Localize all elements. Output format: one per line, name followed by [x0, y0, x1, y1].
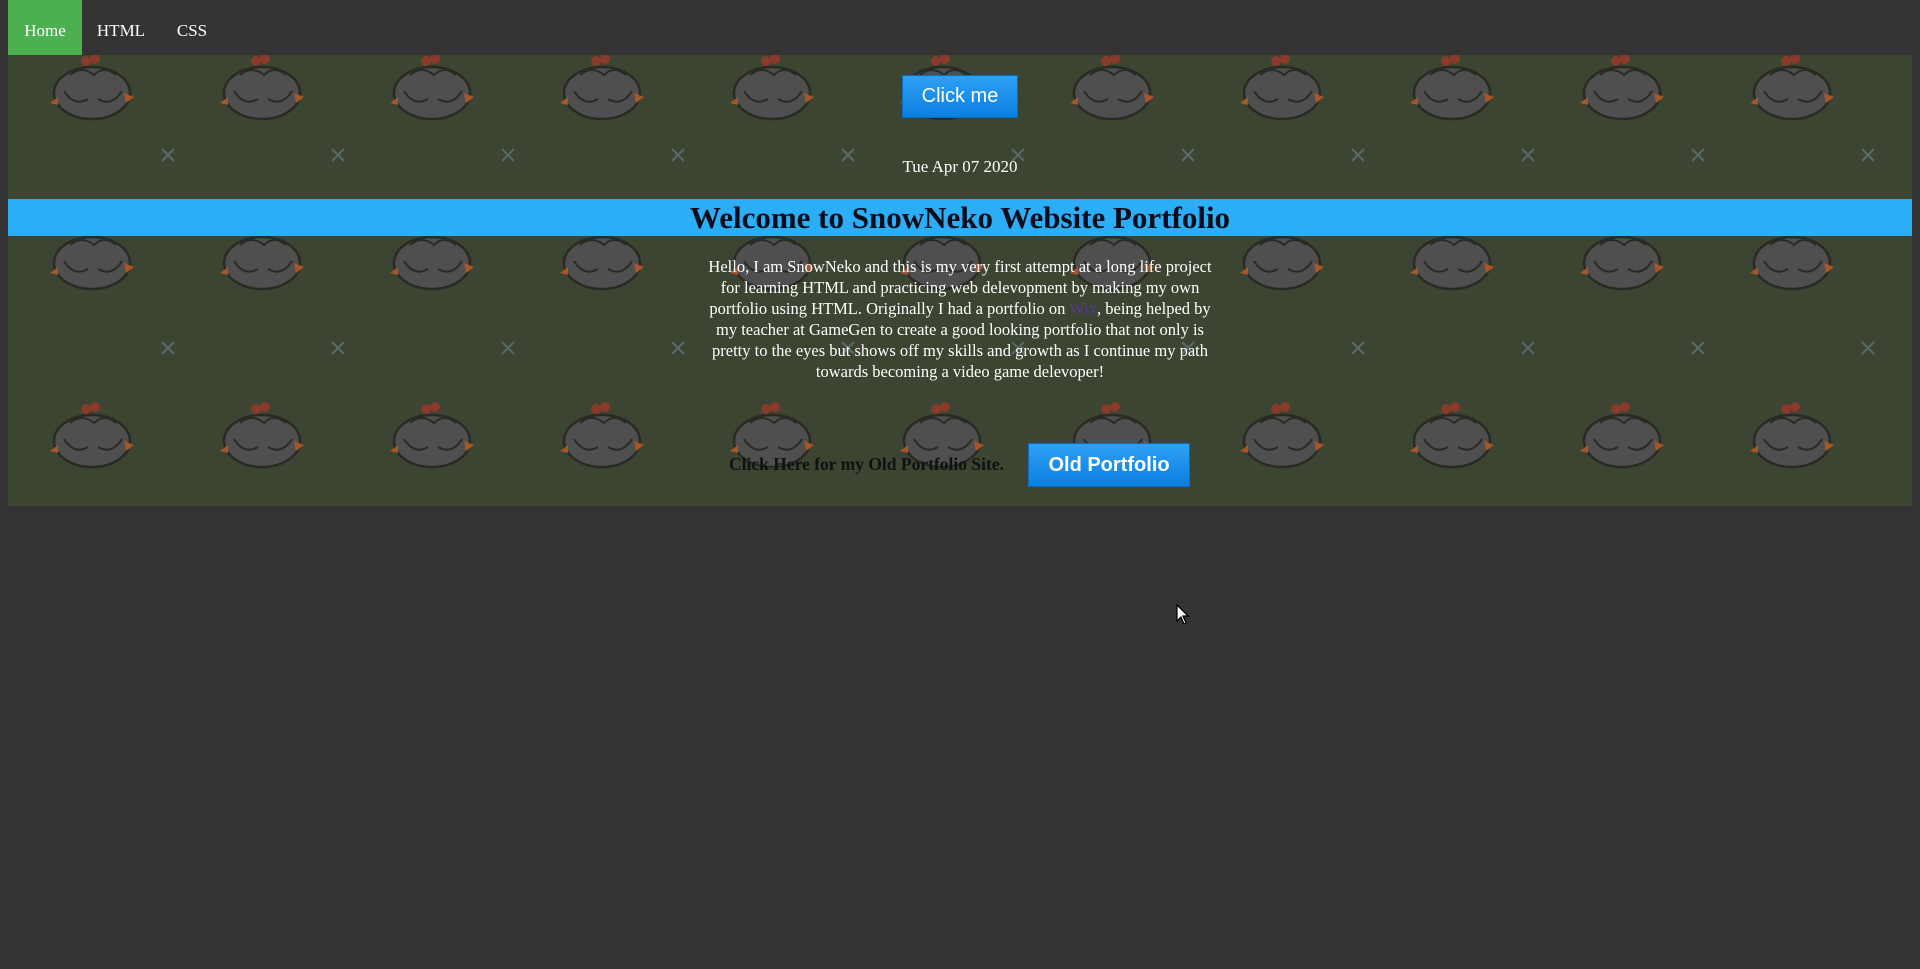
current-date: Tue Apr 07 2020	[902, 157, 1018, 176]
old-portfolio-label: Click Here for my Old Portfolio Site.	[729, 454, 1004, 474]
top-navbar: Home HTML CSS	[0, 0, 1920, 55]
cross-icon	[1691, 341, 1705, 355]
cross-icon	[501, 341, 515, 355]
chicken-icon	[1238, 55, 1326, 121]
mouse-cursor-icon	[1176, 604, 1190, 625]
nav-html-link[interactable]: HTML	[86, 0, 156, 55]
chicken-icon	[1578, 55, 1666, 121]
chicken-icon	[558, 55, 646, 121]
chicken-icon	[1408, 55, 1496, 121]
chicken-icon	[48, 55, 136, 121]
title-banner: Welcome to SnowNeko Website Portfolio	[8, 199, 1912, 236]
intro-paragraph: Hello, I am SnowNeko and this is my very…	[708, 256, 1212, 382]
nav-css-link[interactable]: CSS	[158, 0, 226, 55]
cross-icon	[671, 341, 685, 355]
chicken-icon	[1748, 55, 1836, 121]
cross-icon	[161, 341, 175, 355]
cross-icon	[1861, 341, 1875, 355]
click-me-button[interactable]: Click me	[902, 75, 1018, 118]
wix-link[interactable]: Wix	[1069, 299, 1097, 318]
page-title: Welcome to SnowNeko Website Portfolio	[689, 200, 1231, 235]
chicken-icon	[388, 55, 476, 121]
cross-icon	[1351, 341, 1365, 355]
chicken-icon	[218, 55, 306, 121]
main-content: Click me Tue Apr 07 2020 Welcome to Snow…	[8, 55, 1912, 506]
cross-icon	[1521, 341, 1535, 355]
old-portfolio-row: Click Here for my Old Portfolio Site. Ol…	[8, 443, 1912, 487]
chicken-icon	[728, 55, 816, 121]
chicken-icon	[1068, 55, 1156, 121]
old-portfolio-button[interactable]: Old Portfolio	[1028, 443, 1190, 487]
nav-home-link[interactable]: Home	[8, 0, 82, 55]
cross-icon	[331, 341, 345, 355]
